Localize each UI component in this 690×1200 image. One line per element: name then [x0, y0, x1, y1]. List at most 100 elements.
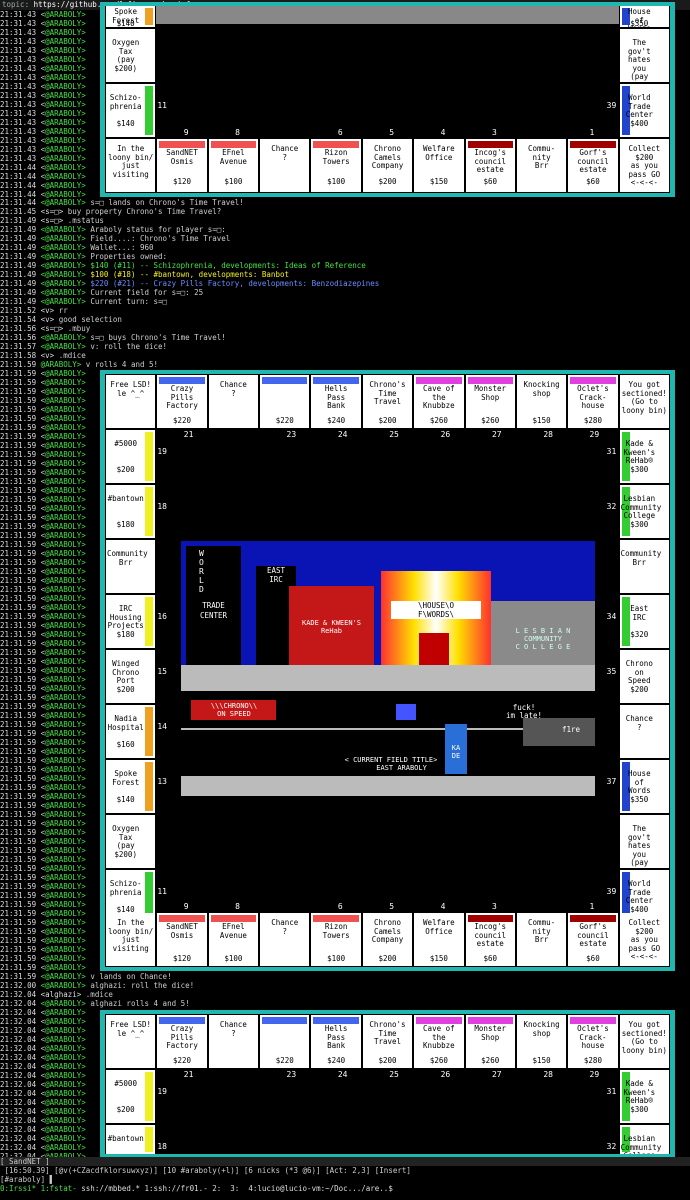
board-cell[interactable]: Free LSD! le ^_^	[106, 375, 156, 428]
color-band	[416, 1017, 462, 1024]
board-cell[interactable]: Lesbian Community College$300	[619, 485, 669, 538]
field-number: 27	[491, 1070, 502, 1079]
board-cell[interactable]: #bantown$180	[106, 485, 156, 538]
board-cell[interactable]: Gorf's council estate $60	[568, 913, 618, 966]
board-cell[interactable]: Oclet's Crack- house $280	[568, 375, 618, 428]
board-cell[interactable]: Collect $200 as you pass GO <-<-<-	[619, 139, 669, 192]
board-cell[interactable]: Nadia Hospital $160	[106, 705, 156, 758]
board-cell[interactable]: #bantown$180	[106, 1125, 156, 1154]
gutter-line: 21:31.59 <@ARABOLY>	[0, 648, 86, 657]
board-cell[interactable]: Kade & Kween's ReHab® $300	[619, 1070, 669, 1123]
board-cell[interactable]: SandNET Osmis $120	[157, 913, 207, 966]
board-cell[interactable]: Chance ?	[619, 705, 669, 758]
nick: @ARABOLY>	[45, 837, 86, 846]
topic-label: topic:	[2, 0, 30, 9]
timestamp: 21:31.43	[0, 91, 37, 100]
board-cell[interactable]: EFnel Avenue $100	[208, 913, 259, 966]
board-2: Free LSD! le ^_^ Crazy Pills Factory $220 C…	[100, 370, 675, 971]
tmux-windows-2[interactable]: ssh://mbbed.* 1:ssh://fr01.- 2: 3: 4:luc…	[81, 1184, 393, 1193]
board-cell[interactable]: Chrono's Time Travel $200	[362, 1015, 413, 1068]
board-cell[interactable]: Welfare Office $150	[414, 913, 464, 966]
board-cell[interactable]: World Trade Center $400	[619, 84, 669, 137]
board-cell[interactable]: Spoke Forest $140	[106, 6, 156, 27]
college-label: L E S B I A N COMMUNITY C O L L E G E	[515, 627, 571, 651]
board-cell[interactable]: In the loony bin/ just visiting	[106, 913, 156, 966]
input-line[interactable]: [#araboly] ▌	[0, 1175, 690, 1184]
board-cell[interactable]: #5000 $200	[106, 430, 156, 483]
board-cell[interactable]: Crazy Pills Factory $220	[157, 375, 207, 428]
board-cell[interactable]: Chance ?	[208, 1015, 259, 1068]
board-cell[interactable]: Collect $200 as you pass GO <-<-<-	[619, 913, 669, 966]
board-cell[interactable]: Monster Shop $260	[465, 375, 515, 428]
cell-name: The gov't hates you (pay $100)	[628, 38, 651, 82]
board-cell[interactable]: Schizo- phrenia $140	[106, 84, 156, 137]
board-cell[interactable]: Gorf's council estate $60	[568, 139, 618, 192]
board-cell[interactable]: East IRC $320	[619, 595, 669, 648]
nick: @ARABOLY>	[45, 882, 86, 891]
board-cell[interactable]: Monster Shop $260	[465, 1015, 515, 1068]
nick: @ARABOLY>	[45, 936, 86, 945]
board-cell[interactable]: Commu- nity Brr	[516, 913, 567, 966]
gutter-line: 21:31.59 <@ARABOLY>	[0, 774, 86, 783]
board-cell[interactable]: Knocking shop $150	[516, 1015, 567, 1068]
board-cell[interactable]: Hells Pass Bank $240	[311, 1015, 361, 1068]
board-cell[interactable]: The gov't hates you (pay $100)	[619, 29, 669, 82]
board-cell[interactable]: Knocking shop $150	[516, 375, 567, 428]
board-cell[interactable]: Oclet's Crack- house $280	[568, 1015, 618, 1068]
board-cell[interactable]: Rizon Towers $100	[311, 913, 361, 966]
board-cell[interactable]: Crazy Pills Factory $220	[157, 1015, 207, 1068]
board-cell[interactable]: Chance ?	[208, 375, 259, 428]
board-cell[interactable]: Community Brr	[619, 540, 669, 593]
board-cell[interactable]: #5000 $200	[106, 1070, 156, 1123]
timestamp: 21:31.59	[0, 828, 37, 837]
board-cell[interactable]: EFnel Avenue $100	[208, 139, 259, 192]
timestamp: 21:32.04	[0, 1071, 37, 1080]
nick: @ARABOLY>	[45, 396, 86, 405]
board-cell[interactable]: $220	[260, 1015, 310, 1068]
board-cell[interactable]: Kade & Kween's ReHab® $300	[619, 430, 669, 483]
cell-name: World Trade Center	[625, 879, 653, 905]
board-cell[interactable]: Chrono Camels Company $200	[362, 913, 413, 966]
board-cell[interactable]: SandNET Osmis $120	[157, 139, 207, 192]
board-cell[interactable]: Chance ?	[260, 913, 310, 966]
cell-price: $120	[173, 177, 192, 186]
board-cell[interactable]: Lesbian Community College$300	[619, 1125, 669, 1154]
chat-line: 21:31.49 <@ARABOLY> $100 (#18) -- #banto…	[0, 270, 690, 279]
nick: @ARABOLY>	[45, 684, 86, 693]
gutter-line: 21:31.59 <@ARABOLY>	[0, 846, 86, 855]
gutter-line: 21:31.44 <@ARABOLY>	[0, 181, 86, 190]
board-cell[interactable]: Incog's council estate $60	[465, 913, 515, 966]
tmux-windows[interactable]: 0:Irssi* 1:fstat-	[0, 1184, 81, 1193]
board-cell[interactable]: Chrono's Time Travel $200	[362, 375, 413, 428]
board-cell[interactable]: Winged Chrono Port $200	[106, 650, 156, 703]
board-cell[interactable]: House of Words$350	[619, 6, 669, 27]
board-cell[interactable]: Cave of the Knubbze $260	[414, 1015, 464, 1068]
timestamp: 21:32.04	[0, 1026, 37, 1035]
nick: <@ARABOLY>	[40, 261, 86, 270]
board-cell[interactable]: Chrono on Speed $200	[619, 650, 669, 703]
board-cell[interactable]: Chance ?	[260, 139, 310, 192]
color-band	[145, 86, 154, 135]
board-cell[interactable]: House of Words$350	[619, 760, 669, 813]
board-cell[interactable]: Cave of the Knubbze $260	[414, 375, 464, 428]
board-cell[interactable]: You got sectioned! (Go to loony bin)	[619, 375, 669, 428]
timestamp: 21:31.59	[0, 783, 37, 792]
board-cell[interactable]: Spoke Forest $140	[106, 760, 156, 813]
board-cell[interactable]: $220	[260, 375, 310, 428]
board-cell[interactable]: Community Brr	[106, 540, 156, 593]
board-cell[interactable]: You got sectioned! (Go to loony bin)	[619, 1015, 669, 1068]
board-cell[interactable]: IRC Housing Projects $180	[106, 595, 156, 648]
board-cell[interactable]: Incog's council estate $60	[465, 139, 515, 192]
board-cell[interactable]: In the loony bin/ just visiting	[106, 139, 156, 192]
board-cell[interactable]: Free LSD! le ^_^	[106, 1015, 156, 1068]
color-band	[145, 487, 154, 536]
board-cell[interactable]: Oxygen Tax (pay $200)	[106, 815, 156, 868]
board-cell[interactable]: The gov't hates you (pay $100)	[619, 815, 669, 868]
board-cell[interactable]: Rizon Towers $100	[311, 139, 361, 192]
board-cell[interactable]: Chrono Camels Company $200	[362, 139, 413, 192]
board-cell[interactable]: Oxygen Tax (pay $200)	[106, 29, 156, 82]
timestamp: 21:31.59	[0, 504, 37, 513]
board-cell[interactable]: Hells Pass Bank $240	[311, 375, 361, 428]
board-cell[interactable]: Welfare Office $150	[414, 139, 464, 192]
board-cell[interactable]: Commu- nity Brr	[516, 139, 567, 192]
